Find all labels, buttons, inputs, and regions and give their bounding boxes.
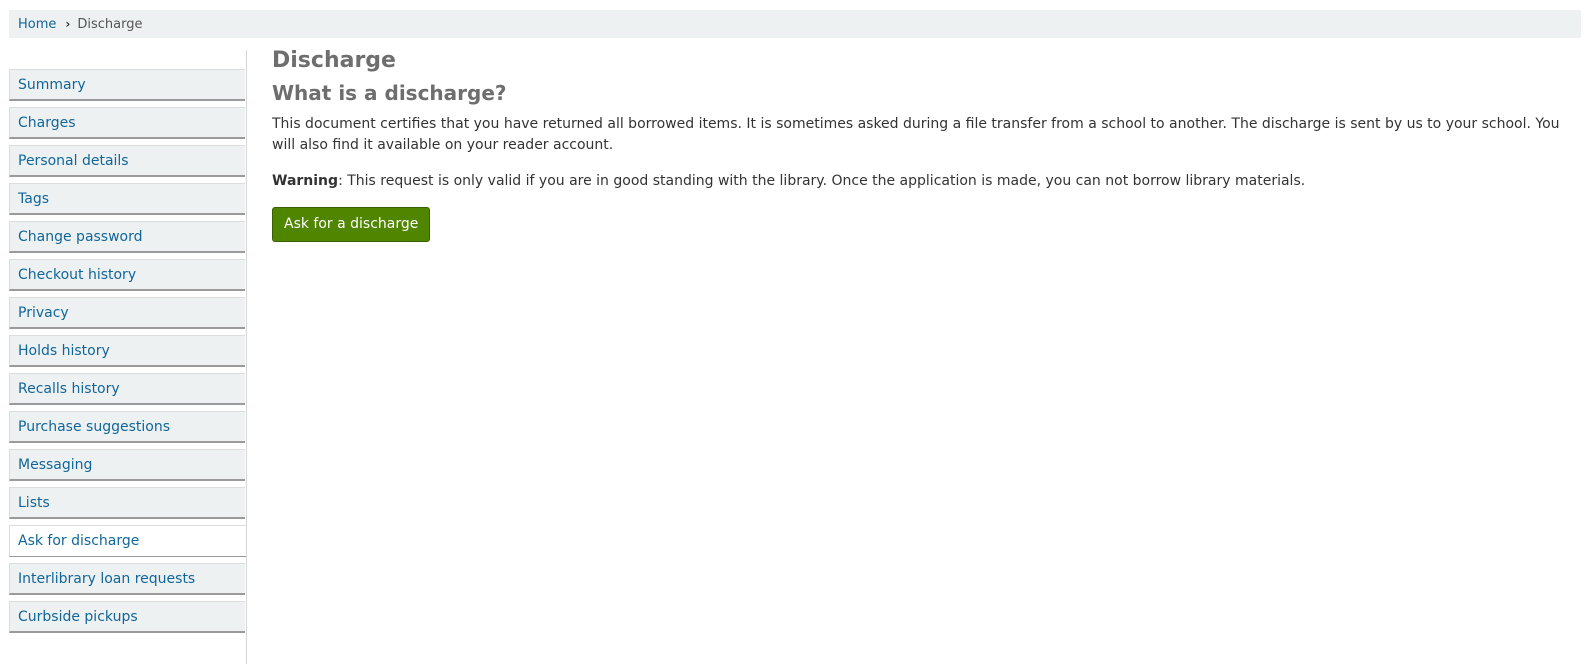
discharge-description: This document certifies that you have re… [272,116,1560,153]
ask-for-discharge-button[interactable]: Ask for a discharge [272,207,431,242]
sidebar-item-interlibrary-loan-requests[interactable]: Interlibrary loan requests [9,563,245,595]
sidebar-item-lists[interactable]: Lists [9,487,245,519]
sidebar-item-curbside-pickups[interactable]: Curbside pickups [9,601,245,633]
warning-text: : This request is only valid if you are … [338,173,1306,189]
warning-message: Warning: This request is only valid if y… [272,171,1570,192]
breadcrumb: Home › Discharge [9,10,1581,38]
sidebar-item-purchase-suggestions[interactable]: Purchase suggestions [9,411,245,443]
sidebar-item-change-password[interactable]: Change password [9,221,245,253]
page-title: Discharge [272,48,396,73]
sidebar-item-checkout-history[interactable]: Checkout history [9,259,245,291]
sidebar-item-summary[interactable]: Summary [9,69,245,101]
section-heading: What is a discharge? [272,81,507,105]
sidebar-nav: Summary Charges Personal details Tags Ch… [9,50,247,664]
sidebar-item-personal-details[interactable]: Personal details [9,145,245,177]
breadcrumb-separator-icon: › [65,17,71,31]
sidebar-item-holds-history[interactable]: Holds history [9,335,245,367]
warning-label: Warning [272,173,339,189]
breadcrumb-home-link[interactable]: Home [18,17,56,32]
main-content: Discharge What is a discharge? This docu… [272,46,1570,242]
sidebar-item-ask-for-discharge[interactable]: Ask for discharge [9,525,246,557]
sidebar-item-charges[interactable]: Charges [9,107,245,139]
sidebar-item-tags[interactable]: Tags [9,183,245,215]
sidebar-item-messaging[interactable]: Messaging [9,449,245,481]
breadcrumb-current: Discharge [77,16,143,32]
sidebar-item-privacy[interactable]: Privacy [9,297,245,329]
sidebar-item-recalls-history[interactable]: Recalls history [9,373,245,405]
